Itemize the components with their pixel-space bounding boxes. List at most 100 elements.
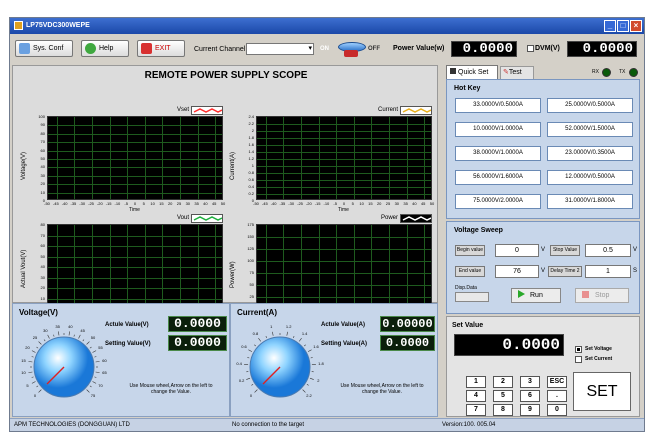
dial-tick-label: 45 [80,327,85,333]
legend-wave-icon [193,216,223,221]
hot-key-button[interactable]: 75.0000V/2.0000A [455,194,541,209]
sys-conf-button[interactable]: Sys. Conf [15,40,73,57]
minimize-button[interactable]: _ [604,20,616,32]
grid-line [371,117,373,199]
dial-tick-label: 10 [21,370,26,376]
y-tick-label: 10 [40,295,45,301]
set-voltage-label: Set Voltage [585,346,612,352]
status-connection: No connection to the target [232,422,305,428]
keypad-key[interactable]: 7 [466,404,486,416]
y-tick-label: 20 [40,285,45,290]
hot-key-button[interactable]: 10.0000V/1.0000A [455,122,541,137]
hot-key-button[interactable]: 33.0000V/0.5000A [455,98,541,113]
legend-label: Current [377,107,398,113]
exit-icon [141,43,152,54]
set-current-radio[interactable] [575,356,582,363]
y-tick-label: 30 [40,172,45,178]
grid-line [265,225,267,307]
y-axis-label: Voltage(V) [21,151,27,180]
current-setting-display[interactable]: 0.0000 [380,335,435,351]
dial-tick-label: 75 [90,393,96,398]
rx-led-icon [602,68,611,77]
y-tick-label: 100 [38,114,45,119]
x-tick-label: 50 [220,201,226,206]
play-icon [518,290,525,298]
current-channel-select[interactable]: ▾ [246,43,314,55]
maximize-button[interactable]: □ [617,20,629,32]
stop-value-label: Stop Value [550,245,580,256]
y-tick-label: 40 [40,164,45,170]
keypad-key[interactable]: 0 [547,404,567,416]
begin-value-input[interactable]: 0 [495,244,539,257]
set-voltage-radio[interactable] [575,346,582,353]
keypad-key[interactable]: 6 [520,390,540,402]
keypad-key[interactable]: ESC [547,376,567,388]
voltage-sweep-title: Voltage Sweep [454,227,503,234]
dial-tick-label: 65 [102,370,107,376]
x-axis-label: Time [129,207,140,213]
grid-line [144,225,146,307]
stop-button[interactable]: Stop [575,288,629,303]
hot-key-button[interactable]: 23.0000V/0.3500A [547,146,633,161]
grid-line [389,225,390,307]
grid-line [301,117,302,199]
y-tick-label: 20 [40,181,45,187]
hot-key-button[interactable]: 38.0000V/1.0000A [455,146,541,161]
begin-unit: V [541,247,546,253]
exit-button[interactable]: EXIT [137,40,185,57]
grid-line [406,225,408,307]
close-button[interactable]: × [630,20,642,32]
run-button[interactable]: Run [511,288,561,303]
set-button[interactable]: SET [573,372,631,411]
y-tick-label: 50 [40,156,45,161]
delay-time-input[interactable]: 1 [585,265,631,278]
current-dial[interactable]: 0 0.2 0.4 0.6 0.8 1 1.2 1.4 1.6 1.8 2 2.2 [236,323,323,410]
keypad-key[interactable]: . [547,390,567,402]
tx-label: TX [619,69,626,75]
keypad-key[interactable]: 4 [466,390,486,402]
keypad-key[interactable]: 1 [466,376,486,388]
hot-key-title: Hot Key [454,85,481,92]
voltage-setting-display[interactable]: 0.0000 [168,335,227,351]
keypad-key[interactable]: 5 [493,390,513,402]
help-button[interactable]: Help [81,40,129,57]
tab-quick-set[interactable]: Quick Set [446,65,498,79]
y-tick-label: 0.4 [248,184,254,189]
dial-tick-label: 0.4 [236,361,242,367]
dvm-checkbox[interactable] [527,45,534,52]
x-axis-label: Time [338,207,349,213]
y-tick-label: 10 [40,189,45,195]
hot-key-button[interactable]: 56.0000V/1.6000A [455,170,541,185]
keypad-key[interactable]: 8 [493,404,513,416]
dial-tick-label: 1.2 [285,323,292,329]
keypad-key[interactable]: 9 [520,404,540,416]
y-tick-label: 0.6 [248,177,254,182]
grid-line [283,225,285,307]
scope-plot [256,224,432,308]
y-axis-label: Actual Vout(V) [21,249,27,288]
y-tick-label: 70 [40,232,45,238]
voltage-dial[interactable]: 0 5 10 15 20 25 30 35 40 45 50 55 60 65 70 75 [21,324,107,410]
hot-key-button[interactable]: 31.0000V/1.8000A [547,194,633,209]
set-value-display: 0.0000 [454,334,564,356]
grid-line [318,225,320,307]
stop-value-input[interactable]: 0.5 [585,244,631,257]
hot-key-button[interactable]: 25.0000V/0.5000A [547,98,633,113]
current-panel: Current(A) 0 0.2 0.4 0.6 0.8 1 1.2 1.4 1.6 1.8 2 2.… [230,303,438,417]
grid-line [127,225,129,307]
tab-test[interactable]: ✎Test [500,66,534,79]
y-tick-label: 60 [40,243,45,248]
title-bar: LP75VDC300WEPE _ □ × [10,18,644,34]
on-off-toggle[interactable] [336,39,366,59]
y-tick-label: 80 [40,222,45,227]
end-value-input[interactable]: 76 [495,265,539,278]
dial-tick-label: 50 [90,335,96,340]
hot-key-button[interactable]: 52.0000V/1.5000A [547,122,633,137]
dial-tick-label: 0 [33,393,37,398]
keypad-key[interactable]: 3 [520,376,540,388]
app-icon [14,21,23,30]
keypad-key[interactable]: 2 [493,376,513,388]
dial-tick-label: 1.4 [301,331,308,337]
grid-line [215,117,217,199]
hot-key-button[interactable]: 12.0000V/0.5000A [547,170,633,185]
